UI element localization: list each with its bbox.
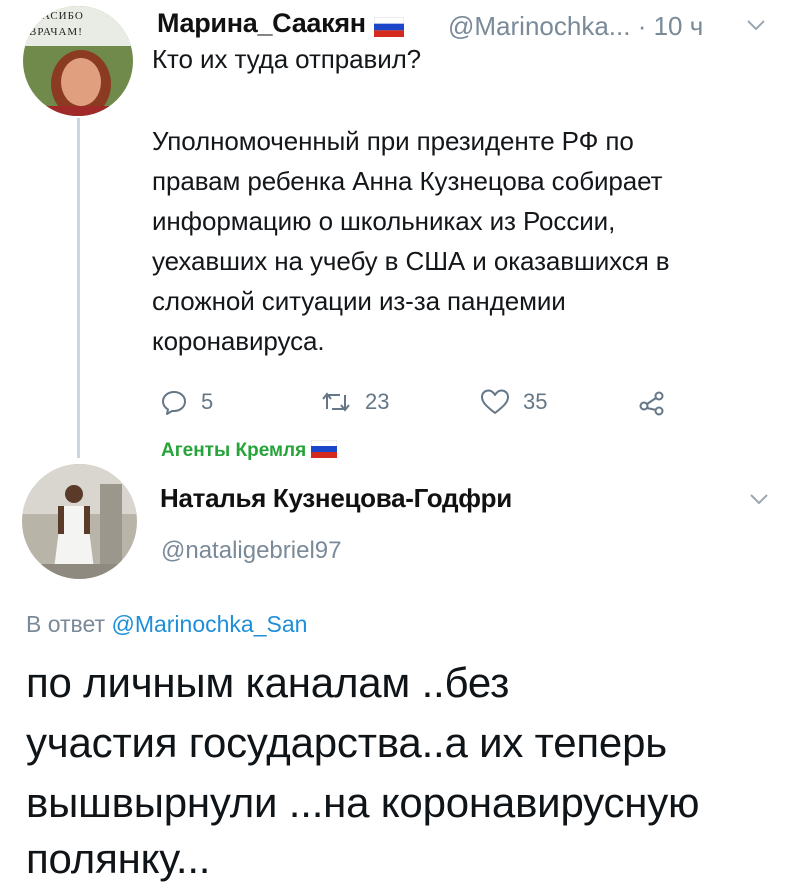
tweet-text-line: правам ребенка Анна Кузнецова собирает <box>152 166 663 196</box>
heart-icon <box>481 389 509 414</box>
tweet-actions: 5 23 35 <box>160 387 680 417</box>
tweet-text-line: участия государства..а их теперь <box>26 719 667 766</box>
author-handle[interactable]: @Marinochka... <box>448 11 630 41</box>
reply-to-link[interactable]: @Marinochka_San <box>111 611 307 637</box>
avatar-photo <box>22 464 137 579</box>
chevron-down-icon[interactable] <box>749 492 769 506</box>
agents-label-text: Агенты Кремля <box>161 440 307 461</box>
reply-prefix: В ответ <box>26 611 106 637</box>
share-button[interactable] <box>638 387 666 417</box>
retweet-count: 23 <box>365 389 390 414</box>
tweet-text-line: по личным каналам ..без <box>26 659 510 706</box>
avatar-photo <box>23 6 133 116</box>
reply-icon <box>162 391 186 415</box>
author-name[interactable]: Наталья Кузнецова-Годфри <box>160 483 512 514</box>
tweet-text-line: Уполномоченный при президенте РФ по <box>152 126 634 156</box>
russia-flag-icon <box>373 13 405 38</box>
reply-context: В ответ @Marinochka_San <box>26 611 307 638</box>
thread-line <box>77 118 80 458</box>
retweet-icon <box>322 392 350 412</box>
tweet-text-line: коронавируса. <box>152 326 325 356</box>
agents-label[interactable]: Агенты Кремля <box>161 439 338 462</box>
tweet-text-line: сложной ситуации из-за пандемии <box>152 286 566 316</box>
retweet-button[interactable]: 23 <box>320 387 389 417</box>
avatar[interactable] <box>22 464 137 579</box>
like-count: 35 <box>523 389 548 414</box>
tweet-text-line: Кто их туда отправил? <box>152 44 422 74</box>
author-handle-time: @Marinochka... · 10 ч <box>448 11 703 42</box>
avatar-sign-line-2: ВРАЧАМ! <box>29 26 83 38</box>
tweet-time[interactable]: · 10 ч <box>638 11 704 41</box>
tweet-text-line: информацию о школьниках из России, <box>152 206 616 236</box>
author-handle[interactable]: @nataligebriel97 <box>161 537 341 565</box>
author-name-label: Марина_Саакян <box>157 8 366 38</box>
chevron-down-icon[interactable] <box>746 18 766 32</box>
tweet-text-line: вышвырнули ...на коронавирусную <box>26 779 700 826</box>
author-name[interactable]: Марина_Саакян <box>157 8 405 39</box>
share-icon <box>639 391 664 416</box>
like-button[interactable]: 35 <box>480 387 547 417</box>
tweet-text-line: уехавших на учебу в США и оказавшихся в <box>152 246 670 276</box>
reply-button[interactable]: 5 <box>160 387 213 417</box>
russia-flag-icon <box>310 439 338 459</box>
tweet-text-line: полянку... <box>26 835 211 882</box>
reply-count: 5 <box>201 389 214 414</box>
avatar[interactable]: ПАСИБО ВРАЧАМ! <box>23 6 133 116</box>
avatar-sign-line-1: ПАСИБО <box>33 10 84 22</box>
